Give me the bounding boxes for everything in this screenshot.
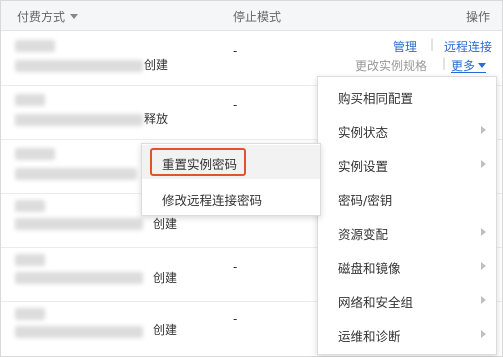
password-submenu: 重置实例密码 修改远程连接密码 [141,143,321,216]
blurred-content [15,326,143,338]
blurred-content [15,254,45,266]
column-stop-mode: 停止模式 [233,10,282,24]
submenu-item-modify-remote-password[interactable]: 修改远程连接密码 [142,181,320,215]
menu-item-label: 资源变配 [338,227,389,242]
stop-mode-value: - [233,312,238,326]
blurred-content [15,200,45,212]
chevron-down-icon [478,63,487,68]
menu-item-label: 网络和安全组 [338,295,414,310]
stop-mode-value: - [233,44,238,58]
blurred-content [15,40,55,52]
menu-item-network-security[interactable]: 网络和安全组 [318,283,496,317]
caret-down-icon [70,14,79,19]
submenu-item-reset-password[interactable]: 重置实例密码 [142,145,320,179]
ops-separator: | [430,37,435,51]
blurred-content [15,308,45,320]
row-status-text: 释放 [144,112,169,126]
stop-mode-value: - [233,260,238,274]
stop-mode-value: - [233,98,238,112]
column-payment-method[interactable]: 付费方式 [17,8,79,25]
menu-item-instance-status[interactable]: 实例状态 [318,113,496,147]
menu-item-resource-change[interactable]: 资源变配 [318,215,496,249]
menu-item-label: 实例设置 [338,159,389,174]
blurred-content [15,272,143,284]
row-status-text: 创建 [153,271,178,285]
menu-item-disk-image[interactable]: 磁盘和镜像 [318,249,496,283]
blurred-content [15,60,143,72]
table-header: 付费方式 停止模式 操作 [1,1,502,31]
row-status-text: 创建 [144,58,169,72]
blurred-content [15,94,45,106]
blurred-content [15,168,137,180]
change-spec-link[interactable]: 更改实例规格 [355,57,427,74]
menu-item-instance-settings[interactable]: 实例设置 [318,147,496,181]
menu-item-ops-diagnosis[interactable]: 运维和诊断 [318,317,496,351]
submenu-item-label: 修改远程连接密码 [162,193,263,208]
column-payment-label: 付费方式 [17,10,66,24]
remote-connect-link[interactable]: 远程连接 [444,38,492,55]
more-dropdown-menu: 购买相同配置 实例状态 实例设置 密码/密钥 资源变配 磁盘和镜像 网络和安全组… [317,76,497,355]
row-status-text: 创建 [153,323,178,337]
column-operations: 操作 [465,10,490,24]
menu-item-label: 磁盘和镜像 [338,261,401,276]
more-dropdown-button[interactable]: 更多 [451,57,487,73]
manage-link[interactable]: 管理 [393,38,417,55]
chevron-right-icon [481,330,486,338]
more-label: 更多 [451,59,476,73]
submenu-item-label: 重置实例密码 [162,157,238,172]
blurred-content [15,218,143,230]
chevron-right-icon [481,228,486,236]
row-status-text: 创建 [153,217,178,231]
chevron-right-icon [481,262,486,270]
menu-item-label: 购买相同配置 [338,91,414,106]
blurred-content [15,114,143,126]
blurred-content [15,148,55,160]
menu-item-label: 运维和诊断 [338,329,401,344]
ops-separator: | [442,56,447,70]
menu-item-label: 密码/密钥 [338,193,393,208]
chevron-right-icon [481,126,486,134]
chevron-right-icon [481,296,486,304]
menu-item-buy-same-config[interactable]: 购买相同配置 [318,79,496,113]
menu-item-label: 实例状态 [338,125,389,140]
menu-item-password-key[interactable]: 密码/密钥 [318,181,496,215]
chevron-right-icon [481,160,486,168]
